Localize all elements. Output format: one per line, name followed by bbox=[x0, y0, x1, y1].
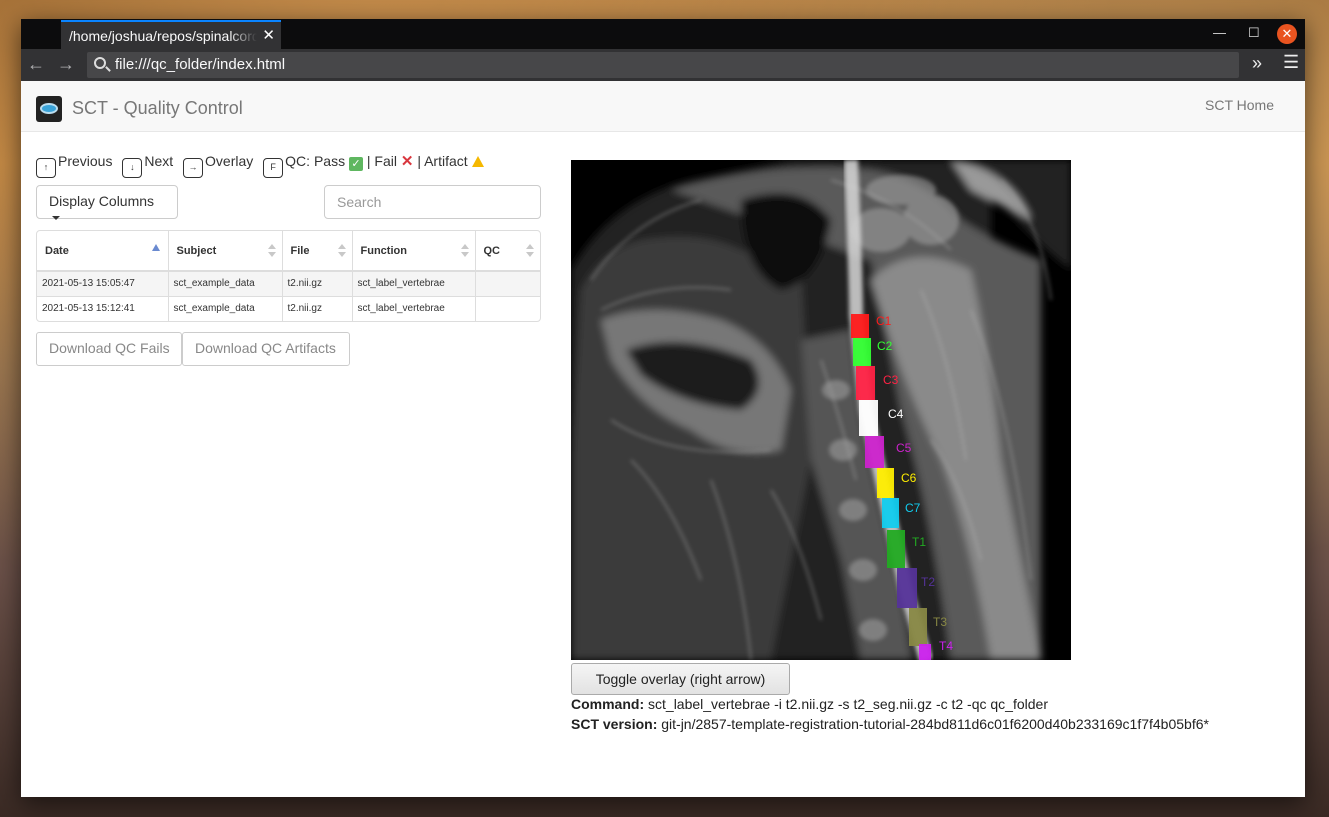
back-arrow-icon[interactable]: ← bbox=[27, 54, 45, 75]
tab-title: /home/joshua/repos/spinalcordtoolbox bbox=[69, 28, 257, 44]
vertebra-band-c7 bbox=[882, 498, 899, 528]
toggle-overlay-button[interactable]: Toggle overlay (right arrow) bbox=[571, 663, 790, 695]
sort-icon bbox=[526, 244, 534, 258]
col-date[interactable]: Date bbox=[37, 231, 169, 272]
sct-home-link[interactable]: SCT Home bbox=[1205, 97, 1274, 113]
keyboard-shortcuts: ↑ Previous ↓ Next → Overlay F QC: Pass ✓ | F… bbox=[36, 152, 484, 178]
window-close-icon[interactable]: ✕ bbox=[1277, 24, 1297, 44]
f-key-icon: F bbox=[263, 158, 284, 178]
version-line: SCT version: git-jn/2857-template-regist… bbox=[571, 716, 1209, 732]
vertebra-band-t4 bbox=[919, 644, 931, 660]
warning-icon bbox=[471, 156, 484, 167]
cell-subject: sct_example_data bbox=[168, 295, 283, 321]
sort-icon bbox=[267, 244, 276, 258]
cell-date: 2021-05-13 15:05:47 bbox=[37, 270, 169, 296]
forward-arrow-icon[interactable]: → bbox=[57, 54, 75, 75]
vertebra-band-t3 bbox=[909, 608, 927, 646]
cell-file: t2.nii.gz bbox=[282, 270, 353, 296]
sct-logo bbox=[36, 96, 62, 122]
cell-function: sct_label_vertebrae bbox=[352, 295, 476, 321]
vertebra-label-c7: C7 bbox=[905, 501, 921, 515]
vertebra-band-c1 bbox=[851, 314, 869, 338]
up-arrow-key-icon: ↑ bbox=[36, 158, 56, 178]
right-arrow-key-icon: → bbox=[183, 158, 204, 178]
cell-qc[interactable] bbox=[475, 295, 540, 321]
previous-label: Previous bbox=[58, 153, 113, 169]
overflow-chevron-icon[interactable]: » bbox=[1252, 53, 1262, 74]
url-bar[interactable]: file:///qc_folder/index.html bbox=[87, 52, 1239, 78]
table-row[interactable]: 2021-05-13 15:05:47 sct_example_data t2.… bbox=[37, 270, 540, 296]
hamburger-menu-icon[interactable]: ☰ bbox=[1283, 52, 1299, 73]
version-label: SCT version: bbox=[571, 716, 658, 732]
version-text: git-jn/2857-template-registration-tutori… bbox=[661, 716, 1209, 732]
display-columns-button[interactable]: Display Columns bbox=[36, 185, 178, 221]
pass-check-icon: ✓ bbox=[348, 157, 363, 171]
site-header: SCT - Quality Control SCT Home bbox=[21, 81, 1305, 132]
next-label: Next bbox=[144, 153, 174, 169]
tab-bar: /home/joshua/repos/spinalcordtoolbox ✕ —… bbox=[21, 19, 1305, 49]
qc-pass-label: QC: Pass bbox=[285, 153, 346, 169]
qc-fail-label: | Fail bbox=[366, 153, 397, 169]
col-subject[interactable]: Subject bbox=[168, 231, 283, 272]
url-text: file:///qc_folder/index.html bbox=[115, 56, 286, 73]
search-input[interactable] bbox=[324, 185, 541, 219]
page-title: SCT - Quality Control bbox=[72, 98, 243, 118]
vertebra-label-t2: T2 bbox=[921, 575, 935, 589]
maximize-icon[interactable]: ☐ bbox=[1248, 25, 1260, 41]
download-qc-artifacts-button[interactable]: Download QC Artifacts bbox=[182, 332, 350, 366]
vertebra-label-t3: T3 bbox=[933, 615, 947, 629]
vertebra-band-t1 bbox=[887, 530, 905, 568]
eye-icon bbox=[40, 103, 58, 114]
col-function[interactable]: Function bbox=[352, 231, 476, 272]
vertebra-band-c4 bbox=[859, 400, 878, 436]
overlay-label: Overlay bbox=[205, 153, 254, 169]
col-file[interactable]: File bbox=[282, 231, 353, 272]
sort-icon bbox=[337, 244, 346, 258]
vertebra-band-c2 bbox=[853, 338, 871, 366]
vertebra-label-c1: C1 bbox=[876, 314, 892, 328]
vertebra-band-c5 bbox=[865, 436, 884, 468]
vertebra-label-t4: T4 bbox=[939, 639, 953, 653]
cell-file: t2.nii.gz bbox=[282, 295, 353, 321]
cell-date: 2021-05-13 15:12:41 bbox=[37, 295, 169, 321]
vertebra-label-c6: C6 bbox=[901, 471, 917, 485]
table-header-row: Date Subject File Function QC bbox=[37, 231, 540, 272]
vertebra-band-c6 bbox=[877, 468, 894, 498]
mri-image[interactable]: C1 C2 C3 C4 C5 C6 C7 T1 T2 T3 T4 bbox=[571, 160, 1071, 660]
cell-subject: sct_example_data bbox=[168, 270, 283, 296]
vertebra-label-c4: C4 bbox=[888, 407, 904, 421]
tab-close-icon[interactable]: ✕ bbox=[262, 26, 275, 44]
down-arrow-key-icon: ↓ bbox=[122, 158, 143, 178]
qc-artifact-label: | Artifact bbox=[417, 153, 468, 169]
vertebra-label-c3: C3 bbox=[883, 373, 899, 387]
sort-icon bbox=[460, 244, 469, 258]
qc-table: Date Subject File Function QC 2021-05-13… bbox=[36, 230, 541, 322]
cell-qc[interactable] bbox=[475, 270, 540, 296]
browser-tab[interactable]: /home/joshua/repos/spinalcordtoolbox ✕ bbox=[61, 20, 281, 49]
sort-asc-icon bbox=[151, 244, 160, 251]
search-icon bbox=[94, 57, 106, 69]
browser-window: /home/joshua/repos/spinalcordtoolbox ✕ —… bbox=[21, 19, 1305, 797]
download-qc-fails-button[interactable]: Download QC Fails bbox=[36, 332, 182, 366]
command-line: Command: sct_label_vertebrae -i t2.nii.g… bbox=[571, 696, 1048, 712]
vertebra-band-t2 bbox=[897, 568, 917, 608]
display-columns-label: Display Columns bbox=[49, 193, 155, 209]
cell-function: sct_label_vertebrae bbox=[352, 270, 476, 296]
command-text: sct_label_vertebrae -i t2.nii.gz -s t2_s… bbox=[648, 696, 1048, 712]
vertebra-label-c5: C5 bbox=[896, 441, 912, 455]
vertebra-band-c3 bbox=[856, 366, 875, 400]
table-row[interactable]: 2021-05-13 15:12:41 sct_example_data t2.… bbox=[37, 295, 540, 321]
col-qc[interactable]: QC bbox=[475, 231, 540, 272]
vertebra-label-c2: C2 bbox=[877, 339, 893, 353]
vertebra-label-t1: T1 bbox=[912, 535, 926, 549]
fail-x-icon: ✕ bbox=[400, 153, 414, 170]
caret-down-icon bbox=[52, 216, 60, 221]
nav-bar: ← → file:///qc_folder/index.html » ☰ bbox=[21, 49, 1305, 81]
command-label: Command: bbox=[571, 696, 645, 712]
minimize-icon[interactable]: — bbox=[1213, 25, 1226, 40]
main-content: ↑ Previous ↓ Next → Overlay F QC: Pass ✓ | F… bbox=[21, 132, 1305, 797]
